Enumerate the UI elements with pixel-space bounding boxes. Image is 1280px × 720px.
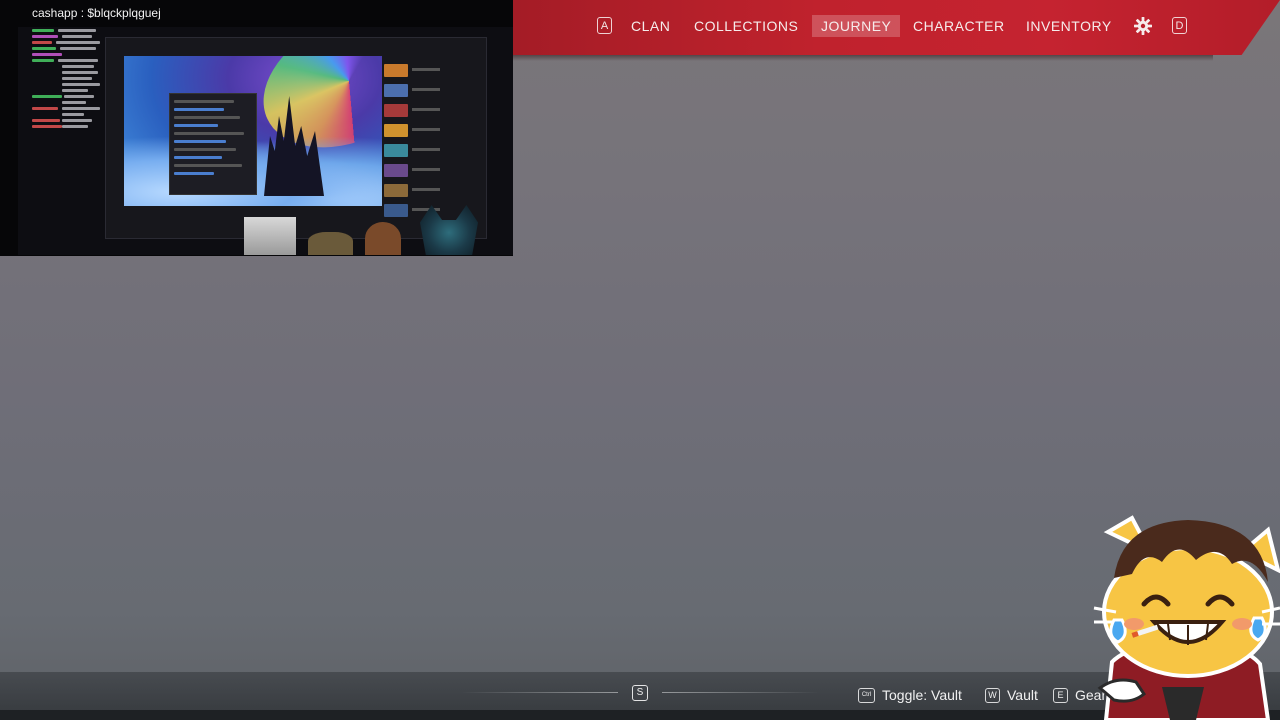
tab-inventory[interactable]: INVENTORY — [1026, 16, 1112, 36]
ctrl-key-icon: Ctrl — [858, 687, 875, 703]
tab-clan[interactable]: CLAN — [631, 16, 670, 36]
tab-journey[interactable]: JOURNEY — [812, 15, 901, 37]
vault-label: Vault — [1007, 687, 1038, 703]
avatar-dog — [308, 232, 353, 255]
center-key-s[interactable]: S — [632, 685, 648, 701]
vault-hint[interactable]: W Vault — [985, 686, 1038, 704]
nav-shadow — [513, 55, 1213, 61]
cashapp-label: cashapp : $blqckplqguej — [32, 6, 161, 20]
stream-overlay-panel: cashapp : $blqckplqguej — [0, 0, 513, 256]
nav-right-key[interactable]: D — [1172, 17, 1187, 34]
game-screen: cashapp : $blqckplqguej A CLAN COLLECTIO… — [0, 0, 1280, 720]
tab-collections[interactable]: COLLECTIONS — [694, 16, 798, 36]
avatar-girl — [365, 222, 401, 255]
laughing-cat-mascot-sticker — [1092, 512, 1280, 720]
e-key-icon: E — [1053, 687, 1068, 703]
bottom-edge — [0, 710, 1280, 720]
gear-icon[interactable] — [1133, 16, 1153, 36]
bottom-divider-left — [460, 692, 618, 693]
chat-popup-window — [169, 93, 257, 195]
bottom-divider-right — [662, 692, 820, 693]
toggle-vault-hint[interactable]: Ctrl Toggle: Vault — [858, 686, 962, 704]
nav-left-key[interactable]: A — [597, 17, 612, 34]
toggle-vault-label: Toggle: Vault — [882, 687, 962, 703]
video-thumbnails — [384, 56, 444, 234]
screen-capture — [18, 27, 513, 255]
avatar-man-sketch — [244, 217, 296, 255]
tab-character[interactable]: CHARACTER — [913, 16, 1005, 36]
w-key-icon: W — [985, 687, 1000, 703]
